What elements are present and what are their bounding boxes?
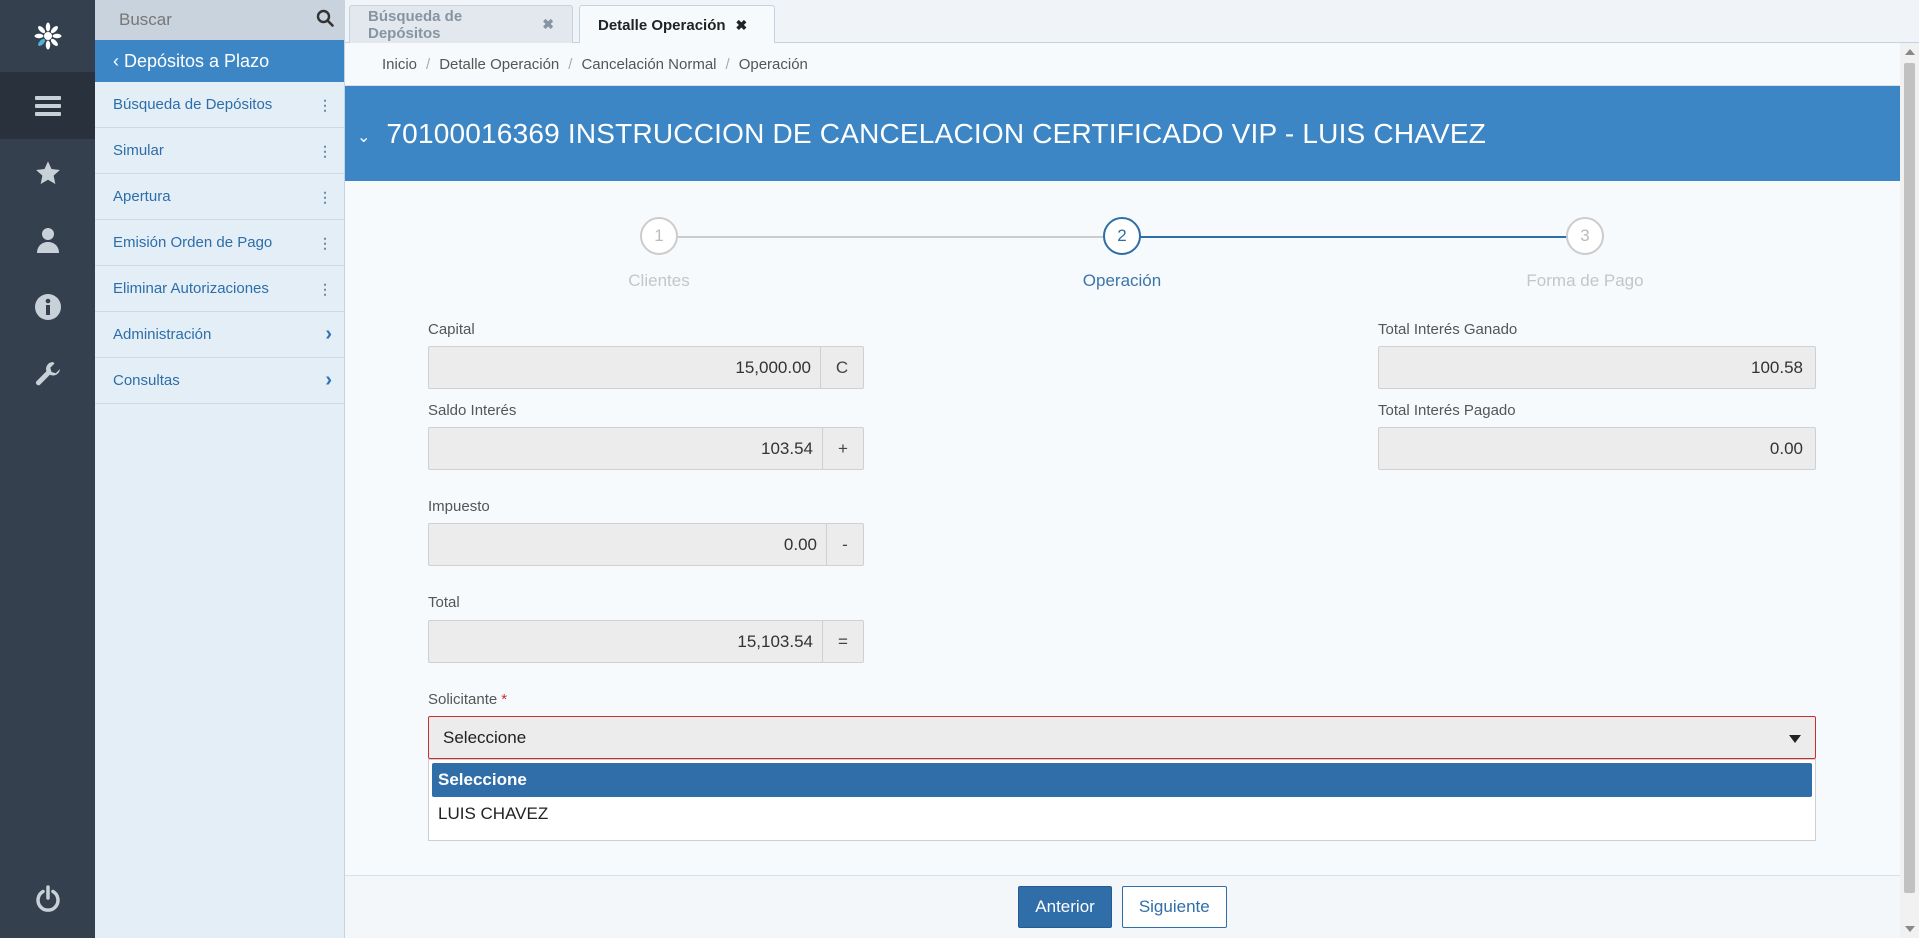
total-interes-pagado-field[interactable]: 0.00: [1378, 427, 1816, 470]
sidebar-item-label: Administración: [113, 326, 212, 343]
previous-button[interactable]: Anterior: [1018, 886, 1112, 928]
total-interes-ganado-label: Total Interés Ganado: [1378, 321, 1518, 338]
info-icon[interactable]: [0, 273, 95, 340]
step-1-label: Clientes: [628, 271, 690, 290]
icon-rail: [0, 0, 95, 938]
sidebar-item-label: Simular: [113, 142, 164, 159]
select-value: Seleccione: [443, 727, 527, 747]
breadcrumb-item[interactable]: Cancelación Normal: [581, 56, 716, 73]
step-number: 3: [1580, 226, 1590, 245]
sidebar-item-eliminar-autorizaciones[interactable]: Eliminar Autorizaciones ⋮: [95, 266, 344, 312]
total-label: Total: [428, 594, 460, 611]
power-icon[interactable]: [0, 874, 95, 924]
solicitante-dropdown: Seleccione LUIS CHAVEZ: [428, 759, 1816, 841]
solicitante-select[interactable]: Seleccione: [428, 716, 1816, 759]
sidebar-item-consultas[interactable]: Consultas ›: [95, 358, 344, 404]
menu-icon[interactable]: [0, 72, 95, 139]
scrollbar[interactable]: [1900, 43, 1919, 938]
total-field[interactable]: 15,103.54: [428, 620, 826, 663]
step-1-circle[interactable]: 1: [640, 217, 678, 255]
impuesto-addon: -: [826, 523, 864, 566]
impuesto-label: Impuesto: [428, 498, 490, 515]
tab-busqueda-depositos[interactable]: Búsqueda de Depósitos ✖: [349, 5, 573, 43]
required-mark: *: [501, 691, 508, 708]
logo-icon[interactable]: [0, 0, 95, 72]
step-number: 2: [1117, 226, 1127, 245]
tab-label: Búsqueda de Depósitos: [368, 7, 463, 42]
kebab-icon[interactable]: ⋮: [318, 236, 332, 250]
sidebar-item-label: Consultas: [113, 372, 180, 389]
impuesto-field[interactable]: 0.00: [428, 523, 830, 566]
step-3-label: Forma de Pago: [1526, 271, 1644, 290]
saldo-interes-label: Saldo Interés: [428, 402, 517, 419]
breadcrumb-item[interactable]: Detalle Operación: [439, 56, 559, 73]
breadcrumb-separator: /: [568, 55, 573, 73]
saldo-interes-field[interactable]: 103.54: [428, 427, 826, 470]
search-input[interactable]: [119, 10, 309, 30]
sidebar-item-label: Eliminar Autorizaciones: [113, 280, 269, 297]
tab-bar: Búsqueda de Depósitos ✖ Detalle Operació…: [345, 0, 1919, 44]
stepper-line: [659, 236, 1122, 238]
scroll-up-icon[interactable]: [1905, 49, 1915, 55]
capital-addon: C: [820, 346, 864, 389]
total-interes-pagado-label: Total Interés Pagado: [1378, 402, 1516, 419]
step-3-circle[interactable]: 3: [1566, 217, 1604, 255]
step-2-label: Operación: [1082, 271, 1162, 290]
breadcrumb: Inicio / Detalle Operación / Cancelación…: [345, 43, 1900, 86]
chevron-down-icon[interactable]: ⌄: [357, 127, 370, 147]
chevron-right-icon: ›: [325, 369, 332, 391]
close-icon[interactable]: ✖: [542, 16, 554, 33]
module-back-link[interactable]: ‹ Depósitos a Plazo: [95, 40, 344, 82]
sidebar-item-label: Búsqueda de Depósitos: [113, 96, 273, 113]
wrench-icon[interactable]: [0, 340, 95, 407]
capital-field[interactable]: 15,000.00: [428, 346, 824, 389]
solicitante-label: Solicitante *: [428, 691, 507, 708]
sidebar-item-label: Apertura: [113, 188, 171, 205]
scroll-down-icon[interactable]: [1905, 926, 1915, 932]
step-number: 1: [654, 226, 664, 245]
kebab-icon[interactable]: ⋮: [318, 190, 332, 204]
user-icon[interactable]: [0, 206, 95, 273]
dropdown-option[interactable]: LUIS CHAVEZ: [432, 797, 1812, 831]
breadcrumb-item: Operación: [738, 55, 808, 73]
sidebar-item-label: Emisión Orden de Pago: [113, 234, 273, 251]
sidebar: ‹ Depósitos a Plazo Búsqueda de Depósito…: [95, 0, 345, 938]
sidebar-search: [95, 0, 344, 40]
next-button[interactable]: Siguiente: [1121, 886, 1227, 928]
page-title: 70100016369 INSTRUCCION DE CANCELACION C…: [386, 117, 1487, 149]
saldo-interes-addon: +: [822, 427, 864, 470]
tab-label: Detalle Operación: [598, 16, 726, 34]
search-icon[interactable]: [316, 9, 334, 31]
sidebar-item-emision-orden-pago[interactable]: Emisión Orden de Pago ⋮: [95, 220, 344, 266]
close-icon[interactable]: ✖: [736, 17, 748, 34]
capital-label: Capital: [428, 321, 475, 338]
breadcrumb-item[interactable]: Inicio: [382, 56, 417, 73]
total-addon: =: [822, 620, 864, 663]
star-icon[interactable]: [0, 139, 95, 206]
kebab-icon[interactable]: ⋮: [318, 282, 332, 296]
operation-header: ⌄ 70100016369 INSTRUCCION DE CANCELACION…: [345, 86, 1900, 181]
kebab-icon[interactable]: ⋮: [318, 144, 332, 158]
wizard-footer: Anterior Siguiente: [345, 875, 1900, 938]
sidebar-item-apertura[interactable]: Apertura ⋮: [95, 174, 344, 220]
tab-detalle-operacion[interactable]: Detalle Operación ✖: [579, 5, 775, 44]
step-2-circle[interactable]: 2: [1103, 217, 1141, 255]
main-content: 1 2 3 Clientes Operación Forma de Pago C…: [345, 181, 1900, 875]
stepper-line: [1122, 236, 1585, 238]
chevron-right-icon: ›: [325, 323, 332, 345]
sidebar-item-simular[interactable]: Simular ⋮: [95, 128, 344, 174]
sidebar-item-busqueda-depositos[interactable]: Búsqueda de Depósitos ⋮: [95, 82, 344, 128]
sidebar-item-administracion[interactable]: Administración ›: [95, 312, 344, 358]
kebab-icon[interactable]: ⋮: [318, 98, 332, 112]
breadcrumb-separator: /: [725, 55, 730, 73]
scrollbar-thumb[interactable]: [1904, 63, 1915, 893]
breadcrumb-separator: /: [426, 55, 431, 73]
dropdown-option[interactable]: Seleccione: [432, 763, 1812, 797]
total-interes-ganado-field[interactable]: 100.58: [1378, 346, 1816, 389]
caret-down-icon: [1789, 728, 1801, 748]
solicitante-label-text: Solicitante: [428, 691, 498, 708]
